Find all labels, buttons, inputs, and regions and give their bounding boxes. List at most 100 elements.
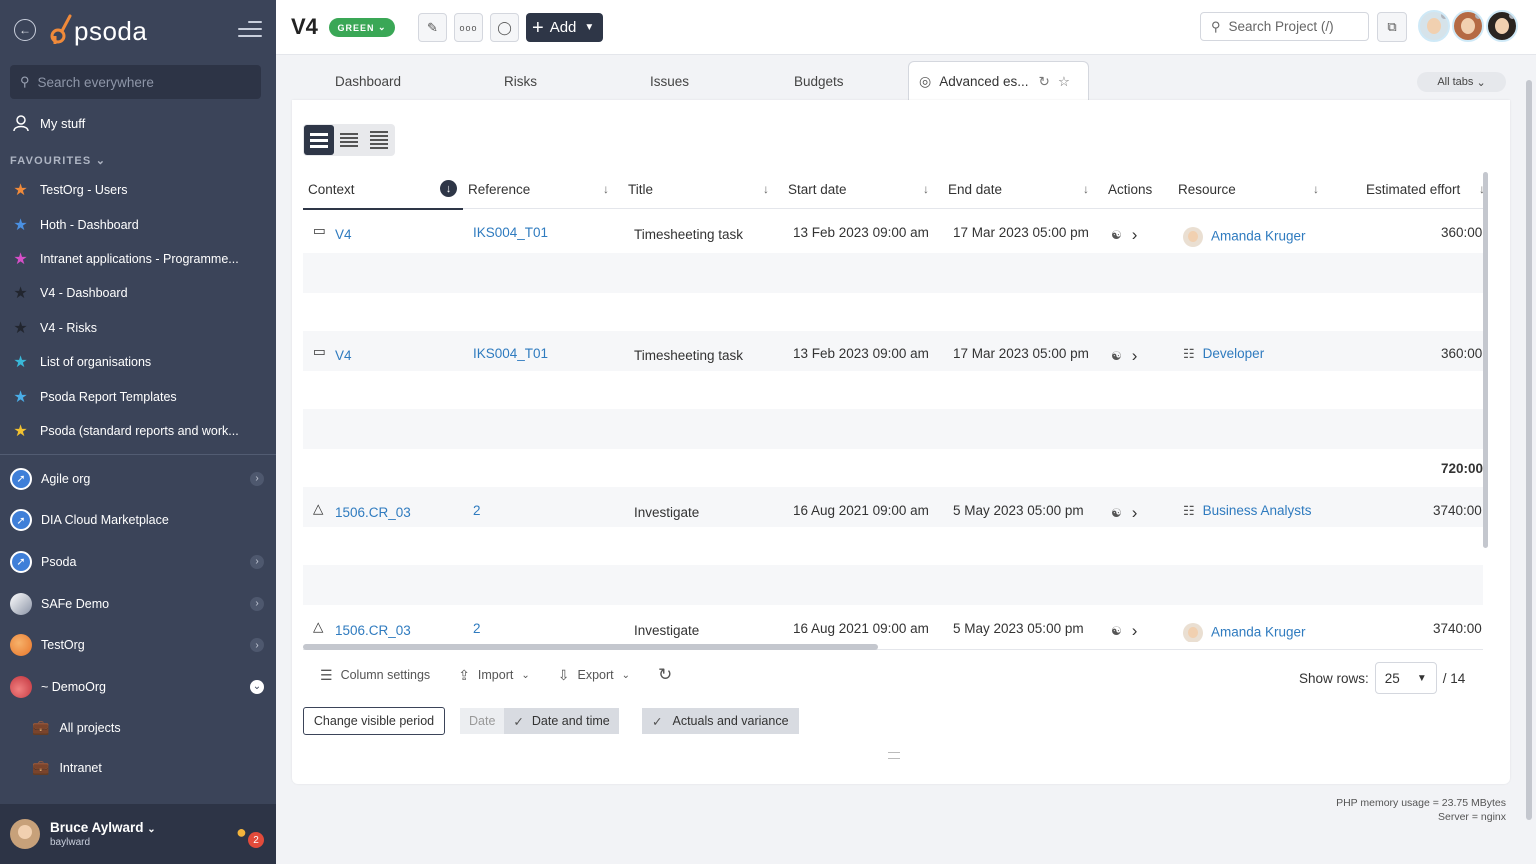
compass-icon: ➚ bbox=[10, 509, 32, 532]
import-button[interactable]: ⇪ Import ⌄ bbox=[458, 667, 530, 684]
sub-item-all-projects[interactable]: 💼 All projects bbox=[0, 708, 276, 748]
chevron-down-icon[interactable]: ⌄ bbox=[250, 679, 264, 694]
row-actions[interactable]: ☯ › bbox=[1111, 621, 1137, 641]
all-tabs-dropdown[interactable]: All tabs ⌄ bbox=[1417, 72, 1506, 92]
horizontal-scrollbar[interactable] bbox=[303, 644, 878, 650]
sub-item-intranet[interactable]: 💼 Intranet bbox=[0, 748, 276, 788]
tab-dashboard[interactable]: Dashboard bbox=[335, 74, 401, 89]
project-search-input[interactable] bbox=[1228, 19, 1359, 34]
org-item[interactable]: SAFe Demo › bbox=[0, 583, 276, 625]
org-item[interactable]: ➚ DIA Cloud Marketplace bbox=[0, 500, 276, 542]
switch-view-button[interactable]: ⧉ bbox=[1377, 12, 1407, 42]
tab-issues[interactable]: Issues bbox=[650, 74, 689, 89]
actuals-and-variance-toggle[interactable]: ✓ Actuals and variance bbox=[642, 708, 799, 734]
logo[interactable]: psoda bbox=[50, 14, 147, 48]
chevron-right-icon[interactable]: › bbox=[250, 638, 264, 653]
date-option[interactable]: Date bbox=[460, 708, 505, 734]
org-item[interactable]: ➚ Psoda › bbox=[0, 541, 276, 583]
column-settings-button[interactable]: ☰ Column settings bbox=[320, 667, 430, 684]
global-search-input[interactable] bbox=[37, 74, 238, 90]
team-avatar[interactable] bbox=[1452, 10, 1484, 42]
tab-risks[interactable]: Risks bbox=[504, 74, 537, 89]
status-badge[interactable]: GREEN ⌄ bbox=[329, 18, 395, 37]
resource-cell[interactable]: Amanda Kruger bbox=[1183, 623, 1306, 642]
resource-link[interactable]: Developer bbox=[1203, 346, 1265, 361]
table-row[interactable]: △ 1506.CR_03 2 Investigate 16 Aug 2021 0… bbox=[303, 492, 1483, 532]
star-outline-icon[interactable]: ☆ bbox=[1058, 74, 1070, 90]
export-button[interactable]: ⇩ Export ⌄ bbox=[558, 667, 630, 684]
resource-cell[interactable]: ☷ Business Analysts bbox=[1183, 503, 1311, 519]
tab-advanced-estimates[interactable]: ◎ Advanced es... ↻ ☆ bbox=[908, 61, 1089, 101]
team-avatar[interactable] bbox=[1486, 10, 1518, 42]
context-link[interactable]: 1506.CR_03 bbox=[335, 505, 411, 520]
column-header-context[interactable]: Context bbox=[308, 182, 355, 197]
reference-link[interactable]: 2 bbox=[473, 621, 481, 636]
vertical-scrollbar[interactable] bbox=[1483, 172, 1488, 548]
chevron-right-icon[interactable]: › bbox=[250, 596, 264, 611]
resource-cell[interactable]: ☷ Developer bbox=[1183, 346, 1264, 362]
reference-link[interactable]: IKS004_T01 bbox=[473, 225, 548, 240]
column-header-title[interactable]: Title ↓ bbox=[628, 182, 773, 197]
column-header-estimated-effort[interactable]: Estimated effort ↓ bbox=[1366, 182, 1483, 197]
row-actions[interactable]: ☯ › bbox=[1111, 346, 1137, 366]
notification-bell-icon[interactable]: ● bbox=[236, 822, 247, 843]
favourite-item[interactable]: ★ Psoda Report Templates bbox=[0, 379, 276, 413]
refresh-icon[interactable]: ↻ bbox=[658, 665, 672, 685]
row-actions[interactable]: ☯ › bbox=[1111, 225, 1137, 245]
back-icon[interactable]: ← bbox=[14, 19, 36, 41]
team-icon: ☯ bbox=[1111, 506, 1122, 520]
global-search[interactable]: ⚲ bbox=[10, 65, 261, 99]
favourite-item[interactable]: ★ V4 - Dashboard bbox=[0, 276, 276, 310]
resource-link[interactable]: Amanda Kruger bbox=[1211, 625, 1306, 640]
collapse-menu-icon[interactable] bbox=[238, 21, 262, 39]
resource-link[interactable]: Amanda Kruger bbox=[1211, 229, 1306, 244]
context-link[interactable]: V4 bbox=[335, 348, 352, 363]
page-scrollbar[interactable] bbox=[1526, 80, 1532, 820]
context-link[interactable]: 1506.CR_03 bbox=[335, 623, 411, 638]
density-comfortable-button[interactable] bbox=[304, 125, 334, 155]
favourite-item[interactable]: ★ Hoth - Dashboard bbox=[0, 207, 276, 241]
reference-link[interactable]: IKS004_T01 bbox=[473, 346, 548, 361]
my-stuff-link[interactable]: My stuff bbox=[12, 114, 85, 132]
favourite-item[interactable]: ★ TestOrg - Users bbox=[0, 173, 276, 207]
chevron-right-icon[interactable]: › bbox=[250, 471, 264, 486]
density-dense-button[interactable] bbox=[364, 125, 394, 155]
more-button[interactable]: ooo bbox=[454, 13, 483, 42]
add-button[interactable]: + Add ▼ bbox=[526, 13, 603, 42]
table-row[interactable]: △ 1506.CR_03 2 Investigate 16 Aug 2021 0… bbox=[303, 610, 1483, 642]
column-header-reference[interactable]: Reference ↓ bbox=[468, 182, 613, 197]
column-header-resource[interactable]: Resource ↓ bbox=[1178, 182, 1323, 197]
table-row[interactable]: ▭ V4 IKS004_T01 Timesheeting task 13 Feb… bbox=[303, 214, 1483, 254]
edit-button[interactable]: ✎ bbox=[418, 13, 447, 42]
tag-button[interactable]: ◯ bbox=[490, 13, 519, 42]
column-header-end-date[interactable]: End date ↓ bbox=[948, 182, 1093, 197]
favourites-heading[interactable]: FAVOURITES ⌄ bbox=[10, 154, 106, 167]
sort-desc-icon[interactable]: ↓ bbox=[440, 180, 457, 197]
favourite-item[interactable]: ★ Intranet applications - Programme... bbox=[0, 242, 276, 276]
density-compact-button[interactable] bbox=[334, 125, 364, 155]
column-header-start-date[interactable]: Start date ↓ bbox=[788, 182, 933, 197]
resource-cell[interactable]: Amanda Kruger bbox=[1183, 227, 1306, 247]
team-avatar[interactable] bbox=[1418, 10, 1450, 42]
resize-handle[interactable] bbox=[888, 752, 900, 759]
table-row[interactable]: ▭ V4 IKS004_T01 Timesheeting task 13 Feb… bbox=[303, 335, 1483, 375]
favourite-item[interactable]: ★ Psoda (standard reports and work... bbox=[0, 414, 276, 448]
favourite-item[interactable]: ★ V4 - Risks bbox=[0, 311, 276, 345]
tab-budgets[interactable]: Budgets bbox=[794, 74, 844, 89]
context-link[interactable]: V4 bbox=[335, 227, 352, 242]
change-visible-period-button[interactable]: Change visible period bbox=[303, 707, 445, 735]
chevron-right-icon[interactable]: › bbox=[250, 554, 264, 569]
reference-link[interactable]: 2 bbox=[473, 503, 481, 518]
list-icon bbox=[340, 131, 358, 149]
resource-link[interactable]: Business Analysts bbox=[1203, 503, 1312, 518]
org-item[interactable]: ~ DemoOrg ⌄ bbox=[0, 666, 276, 708]
org-item[interactable]: TestOrg › bbox=[0, 624, 276, 666]
refresh-icon[interactable]: ↻ bbox=[1039, 74, 1050, 90]
favourite-item[interactable]: ★ List of organisations bbox=[0, 345, 276, 379]
org-item[interactable]: ➚ Agile org › bbox=[0, 458, 276, 500]
project-search[interactable]: ⚲ bbox=[1200, 12, 1369, 41]
show-rows-select[interactable]: 25 ▼ bbox=[1374, 662, 1437, 694]
user-menu[interactable]: Bruce Aylward ⌄ baylward bbox=[0, 804, 276, 864]
row-actions[interactable]: ☯ › bbox=[1111, 503, 1137, 523]
date-and-time-option[interactable]: ✓ Date and time bbox=[504, 708, 619, 734]
